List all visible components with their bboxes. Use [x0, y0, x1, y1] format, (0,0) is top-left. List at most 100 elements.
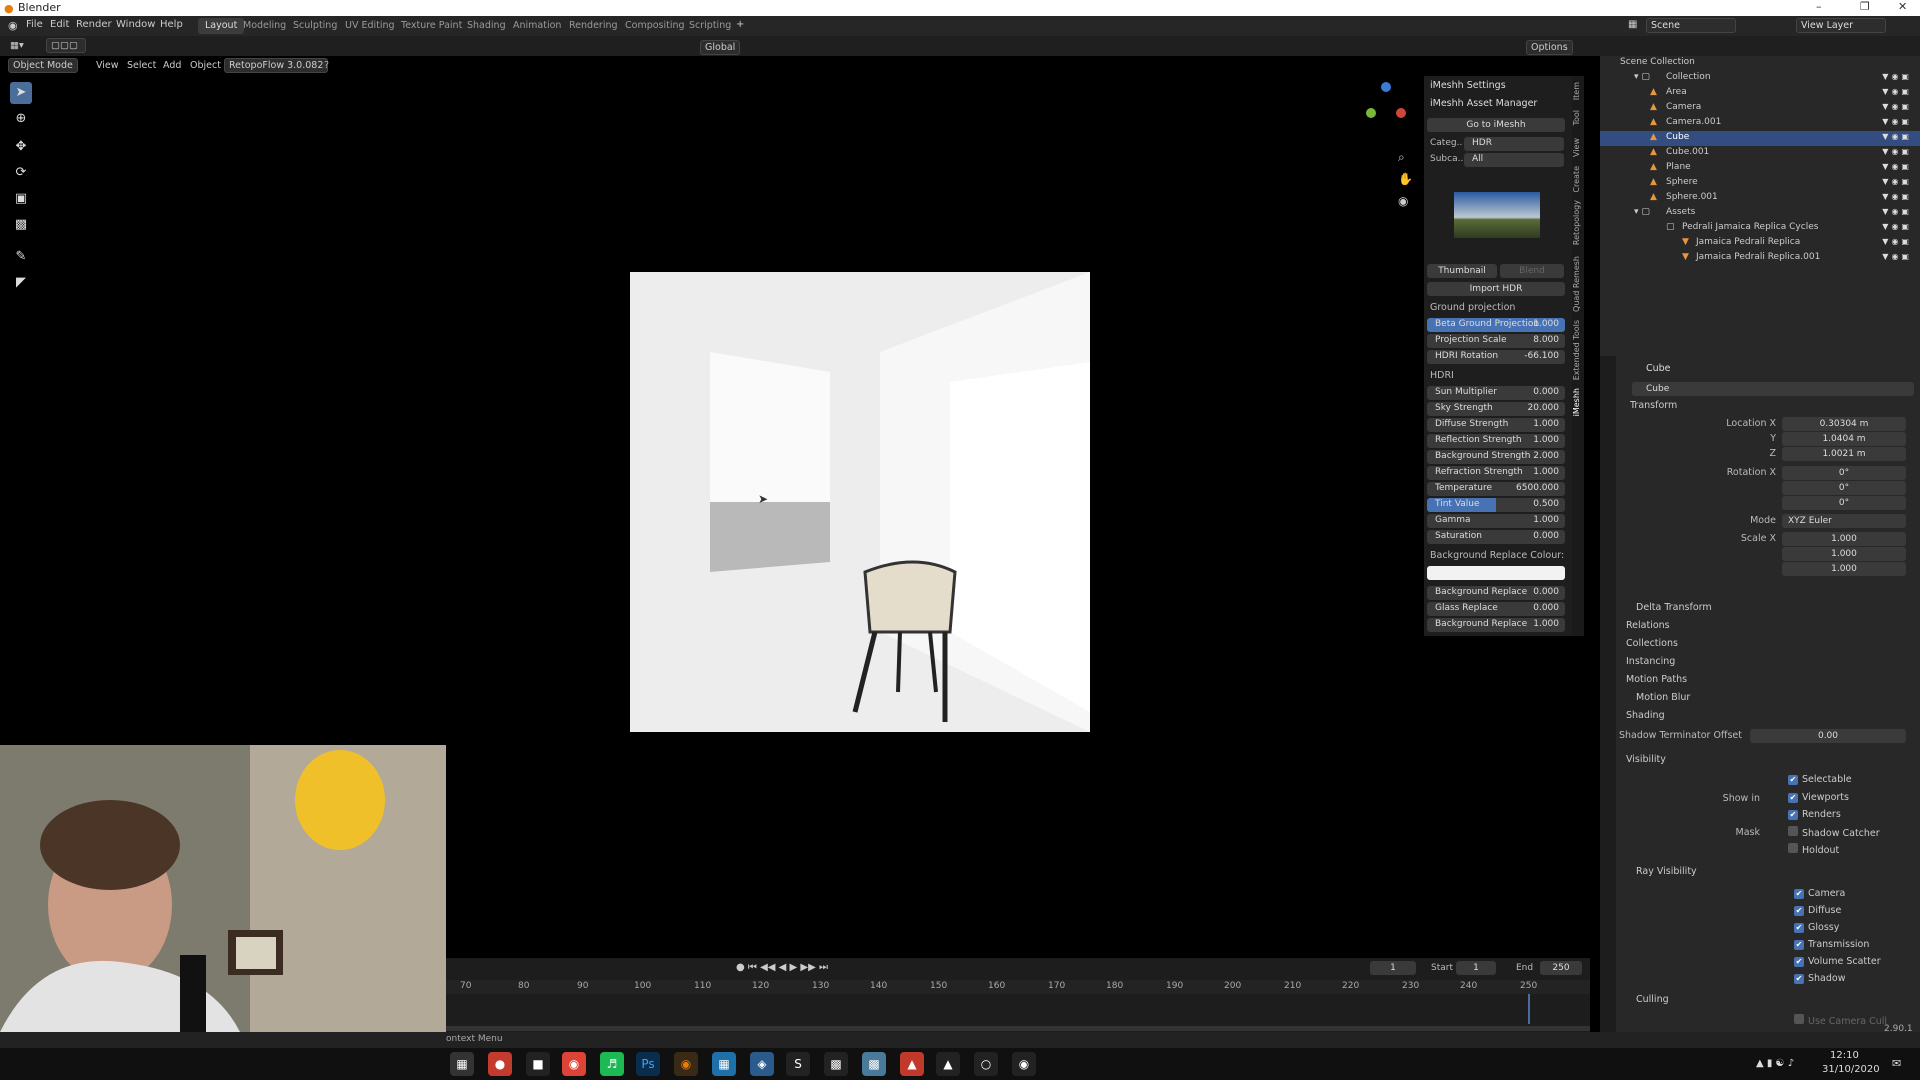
tab-quad-remesh[interactable]: Quad Remesh — [1572, 256, 1584, 312]
select-mode-icon[interactable]: ▢▢▢ — [46, 38, 86, 53]
add-workspace-icon[interactable]: + — [736, 19, 744, 30]
measure-tool-icon[interactable]: ◤ — [10, 272, 32, 294]
z-axis-icon[interactable] — [1381, 82, 1391, 92]
object-mode-dropdown[interactable]: Object Mode — [8, 58, 78, 73]
background-replace-2-field[interactable]: Background Replace 1.000 — [1427, 618, 1565, 632]
clock-time[interactable]: 12:10 — [1830, 1050, 1859, 1061]
background-replace-colour-swatch[interactable] — [1427, 566, 1565, 580]
ray-volume-scatter-checkbox[interactable]: Volume Scatter — [1794, 956, 1881, 967]
location-y-field[interactable]: 1.0404 m — [1782, 432, 1906, 446]
ray-transmission-checkbox[interactable]: Transmission — [1794, 939, 1869, 950]
visibility-icons[interactable]: ▼◉▣ — [1882, 72, 1912, 81]
end-frame-field[interactable]: 250 — [1540, 961, 1582, 975]
tab-uv-editing[interactable]: UV Editing — [338, 18, 402, 34]
scale-z-field[interactable]: 1.000 — [1782, 562, 1906, 576]
imeshh-asset-manager-header[interactable]: iMeshh Asset Manager — [1430, 98, 1537, 109]
culling-panel[interactable]: Culling — [1636, 994, 1669, 1005]
camera-view-icon[interactable]: ◉ — [1398, 194, 1408, 208]
menu-object[interactable]: Object — [190, 60, 221, 71]
outliner-row[interactable]: ▼ Jamaica Pedrali Replica ▼◉▣ — [1600, 236, 1920, 251]
saturation-field[interactable]: Saturation 0.000 — [1427, 530, 1565, 544]
move-tool-icon[interactable]: ✥ — [10, 136, 32, 158]
import-hdr-button[interactable]: Import HDR — [1427, 282, 1565, 296]
start-menu-icon[interactable]: ▦ — [450, 1052, 474, 1076]
transform-tool-icon[interactable]: ▩ — [10, 214, 32, 236]
transform-orientation-dropdown[interactable]: Global — [700, 40, 741, 55]
rotation-y-field[interactable]: 0° — [1782, 481, 1906, 495]
y-axis-icon[interactable] — [1366, 108, 1376, 118]
close-icon[interactable]: ✕ — [1898, 0, 1907, 13]
sun-multiplier-field[interactable]: Sun Multiplier 0.000 — [1427, 386, 1565, 400]
x-axis-icon[interactable] — [1396, 108, 1406, 118]
temperature-field[interactable]: Temperature 6500.000 — [1427, 482, 1565, 496]
rotation-mode-dropdown[interactable]: XYZ Euler — [1782, 514, 1906, 528]
view-layer-selector[interactable]: View Layer — [1796, 18, 1886, 33]
object-name-field[interactable]: Cube — [1632, 382, 1914, 396]
app-icon[interactable]: ◈ — [750, 1052, 774, 1076]
outliner-row[interactable]: ▲ Cube.001 ▼◉▣ — [1600, 146, 1920, 161]
go-to-imeshh-button[interactable]: Go to iMeshh — [1427, 118, 1565, 132]
background-replace-field[interactable]: Background Replace 0.000 — [1427, 586, 1565, 600]
diffuse-strength-field[interactable]: Diffuse Strength 1.000 — [1427, 418, 1565, 432]
visibility-panel[interactable]: Visibility — [1626, 754, 1666, 765]
tint-value-slider[interactable]: Tint Value 0.500 — [1427, 498, 1565, 512]
category-dropdown[interactable]: HDR — [1464, 137, 1564, 151]
transform-panel-header[interactable]: Transform — [1630, 400, 1677, 411]
editor-type-icon[interactable]: ▦▾ — [10, 40, 24, 51]
blend-button[interactable]: Blend — [1500, 264, 1564, 278]
outliner-row[interactable]: ▾ ▢ Assets ▼◉▣ — [1600, 206, 1920, 221]
chrome-icon[interactable]: ◉ — [562, 1052, 586, 1076]
menu-edit[interactable]: Edit — [50, 19, 69, 30]
viewports-checkbox[interactable]: Viewports — [1788, 792, 1849, 803]
rotate-tool-icon[interactable]: ⟳ — [10, 162, 32, 184]
location-x-field[interactable]: 0.30304 m — [1782, 417, 1906, 431]
start-frame-field[interactable]: 1 — [1456, 961, 1496, 975]
maximize-icon[interactable]: ❐ — [1860, 0, 1870, 13]
app-icon[interactable]: S — [786, 1052, 810, 1076]
outliner-row[interactable]: ▲ Sphere.001 ▼◉▣ — [1600, 191, 1920, 206]
tab-texture-paint[interactable]: Texture Paint — [394, 18, 469, 34]
scale-x-field[interactable]: 1.000 — [1782, 532, 1906, 546]
annotate-tool-icon[interactable]: ✎ — [10, 246, 32, 268]
motion-blur-panel[interactable]: Motion Blur — [1636, 692, 1690, 703]
retopoflow-dropdown[interactable]: RetopoFlow 3.0.082 — [224, 58, 329, 73]
shading-panel[interactable]: Shading — [1626, 710, 1665, 721]
relations-panel[interactable]: Relations — [1626, 620, 1670, 631]
tab-item[interactable]: Item — [1572, 82, 1584, 100]
tab-compositing[interactable]: Compositing — [618, 18, 692, 34]
playback-controls[interactable]: ● ⏮ ◀◀ ◀ ▶ ▶▶ ⏭ — [736, 962, 828, 973]
outliner-row[interactable]: ▲ Sphere ▼◉▣ — [1600, 176, 1920, 191]
tab-animation[interactable]: Animation — [506, 18, 568, 34]
renders-checkbox[interactable]: Renders — [1788, 809, 1841, 820]
gamma-field[interactable]: Gamma 1.000 — [1427, 514, 1565, 528]
imeshh-settings-header[interactable]: iMeshh Settings — [1430, 80, 1506, 91]
tab-sculpting[interactable]: Sculpting — [286, 18, 344, 34]
selectable-checkbox[interactable]: Selectable — [1788, 774, 1852, 785]
current-frame-field[interactable]: 1 — [1370, 961, 1416, 975]
hdri-rotation-field[interactable]: HDRI Rotation -66.100 — [1427, 350, 1565, 364]
holdout-checkbox[interactable]: Holdout — [1788, 843, 1839, 856]
menu-help[interactable]: Help — [160, 19, 183, 30]
menu-select[interactable]: Select — [127, 60, 156, 71]
rotation-z-field[interactable]: 0° — [1782, 496, 1906, 510]
timeline-scrollbar[interactable] — [446, 1026, 1590, 1031]
refraction-strength-field[interactable]: Refraction Strength 1.000 — [1427, 466, 1565, 480]
shadow-catcher-checkbox[interactable]: Shadow Catcher — [1788, 826, 1880, 839]
background-strength-field[interactable]: Background Strength 2.000 — [1427, 450, 1565, 464]
tab-tool[interactable]: Tool — [1572, 110, 1584, 126]
menu-view[interactable]: View — [96, 60, 119, 71]
app-icon[interactable]: ▲ — [900, 1052, 924, 1076]
tab-retopology[interactable]: Retopology — [1572, 200, 1584, 245]
outliner-row[interactable]: ▲ Camera ▼◉▣ — [1600, 101, 1920, 116]
motion-paths-panel[interactable]: Motion Paths — [1626, 674, 1687, 685]
options-dropdown[interactable]: Options — [1526, 40, 1573, 55]
outliner-row[interactable]: ▼ Jamaica Pedrali Replica.001 ▼◉▣ — [1600, 251, 1920, 266]
tab-view[interactable]: View — [1572, 138, 1584, 157]
outliner-row[interactable]: ▾ ▢ Collection ▼◉▣ — [1600, 71, 1920, 86]
rotation-x-field[interactable]: 0° — [1782, 466, 1906, 480]
menu-window[interactable]: Window — [116, 19, 155, 30]
ray-camera-checkbox[interactable]: Camera — [1794, 888, 1845, 899]
projection-scale-field[interactable]: Projection Scale 8.000 — [1427, 334, 1565, 348]
collections-panel[interactable]: Collections — [1626, 638, 1678, 649]
app-icon[interactable]: ○ — [974, 1052, 998, 1076]
